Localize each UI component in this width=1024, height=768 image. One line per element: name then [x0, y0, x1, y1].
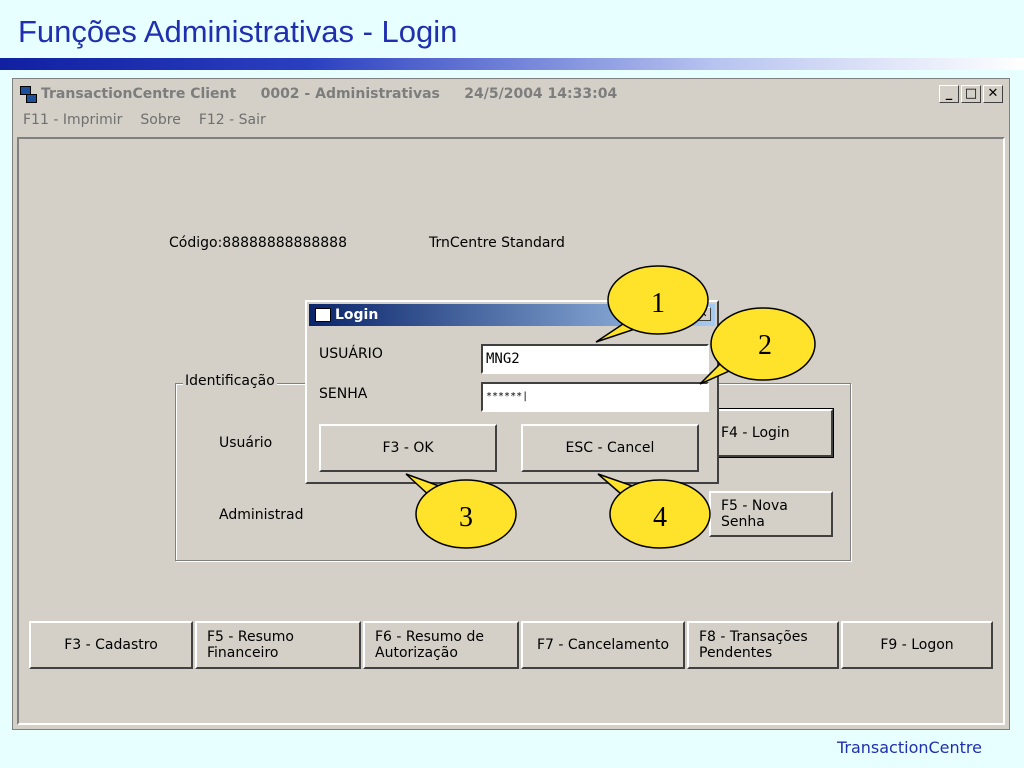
callout-1: 1 — [595, 265, 709, 343]
callout-4: 4 — [597, 473, 711, 549]
footer-brand: TransactionCentre — [836, 738, 982, 757]
callout-2-label: 2 — [758, 330, 772, 361]
callout-3: 3 — [405, 473, 517, 549]
callout-2: 2 — [699, 307, 816, 385]
callout-1-label: 1 — [651, 288, 665, 319]
callout-4-label: 4 — [653, 502, 667, 533]
callout-3-label: 3 — [459, 502, 473, 533]
callouts-layer: 1 2 3 4 — [405, 265, 816, 549]
